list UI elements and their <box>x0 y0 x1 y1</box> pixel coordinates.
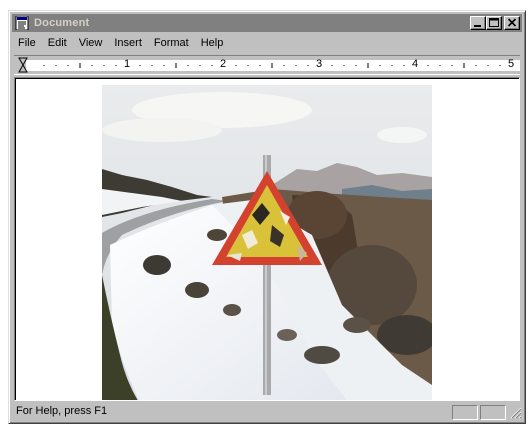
document-icon <box>15 16 29 30</box>
close-icon <box>507 18 517 27</box>
status-text: For Help, press F1 <box>16 405 108 417</box>
menu-insert[interactable]: Insert <box>108 34 148 52</box>
ruler-number-4: 4 <box>412 58 419 70</box>
status-bar: For Help, press F1 <box>12 403 522 421</box>
menu-help[interactable]: Help <box>195 34 230 52</box>
window-title: Document <box>34 17 90 29</box>
resize-grip-icon[interactable] <box>508 405 522 419</box>
menu-view[interactable]: View <box>73 34 109 52</box>
ruler-ticks <box>18 57 520 73</box>
menu-bar: File Edit View Insert Format Help <box>12 34 522 52</box>
menu-edit[interactable]: Edit <box>42 34 73 52</box>
close-button[interactable] <box>504 16 520 30</box>
indent-marker-icon <box>18 57 28 73</box>
title-bar[interactable]: Document <box>12 14 522 32</box>
ruler-number-3: 3 <box>316 58 323 70</box>
status-panel-1 <box>452 404 478 420</box>
menu-file[interactable]: File <box>12 34 42 52</box>
menu-format[interactable]: Format <box>148 34 195 52</box>
ruler-number-2: 2 <box>220 58 227 70</box>
road-sign-photo <box>102 85 432 400</box>
ruler[interactable]: 1 2 3 4 5 <box>14 55 520 75</box>
maximize-button[interactable] <box>486 16 502 30</box>
app-window: Document File Edit View Insert Format He… <box>8 10 526 424</box>
ruler-number-5: 5 <box>508 58 515 70</box>
maximize-icon <box>489 18 499 27</box>
ruler-number-1: 1 <box>124 58 131 70</box>
document-area[interactable] <box>14 77 520 401</box>
minimize-button[interactable] <box>470 16 486 30</box>
status-panel-2 <box>480 404 506 420</box>
minimize-icon <box>474 25 481 27</box>
